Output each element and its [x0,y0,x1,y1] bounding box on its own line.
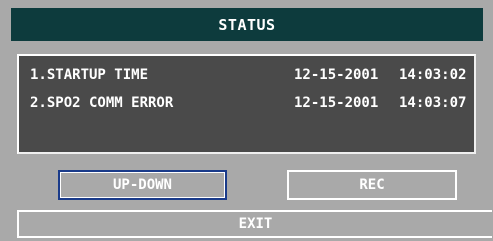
up-down-button-label: UP-DOWN [112,177,172,193]
log-entry-message: 2.SPO2 COMM ERROR [30,95,174,111]
window-title: STATUS [218,15,276,34]
exit-button[interactable]: EXIT [17,210,492,238]
window-title-bar: STATUS [11,8,483,41]
log-entry-date: 12-15-2001 [294,67,379,83]
log-entry-time: 14:03:02 [399,67,467,83]
rec-button-label: REC [359,177,385,193]
status-log-list: 1.STARTUP TIME 12-15-2001 14:03:02 2.SPO… [17,54,476,154]
up-down-button[interactable]: UP-DOWN [58,170,227,200]
log-entry-time: 14:03:07 [399,95,467,111]
log-entry: 1.STARTUP TIME 12-15-2001 14:03:02 [30,65,476,85]
log-entry-message: 1.STARTUP TIME [30,67,149,83]
log-entry-date: 12-15-2001 [294,95,379,111]
status-window: STATUS 1.STARTUP TIME 12-15-2001 14:03:0… [0,0,493,241]
rec-button[interactable]: REC [287,170,457,200]
exit-button-label: EXIT [238,216,273,232]
log-entry: 2.SPO2 COMM ERROR 12-15-2001 14:03:07 [30,93,476,113]
